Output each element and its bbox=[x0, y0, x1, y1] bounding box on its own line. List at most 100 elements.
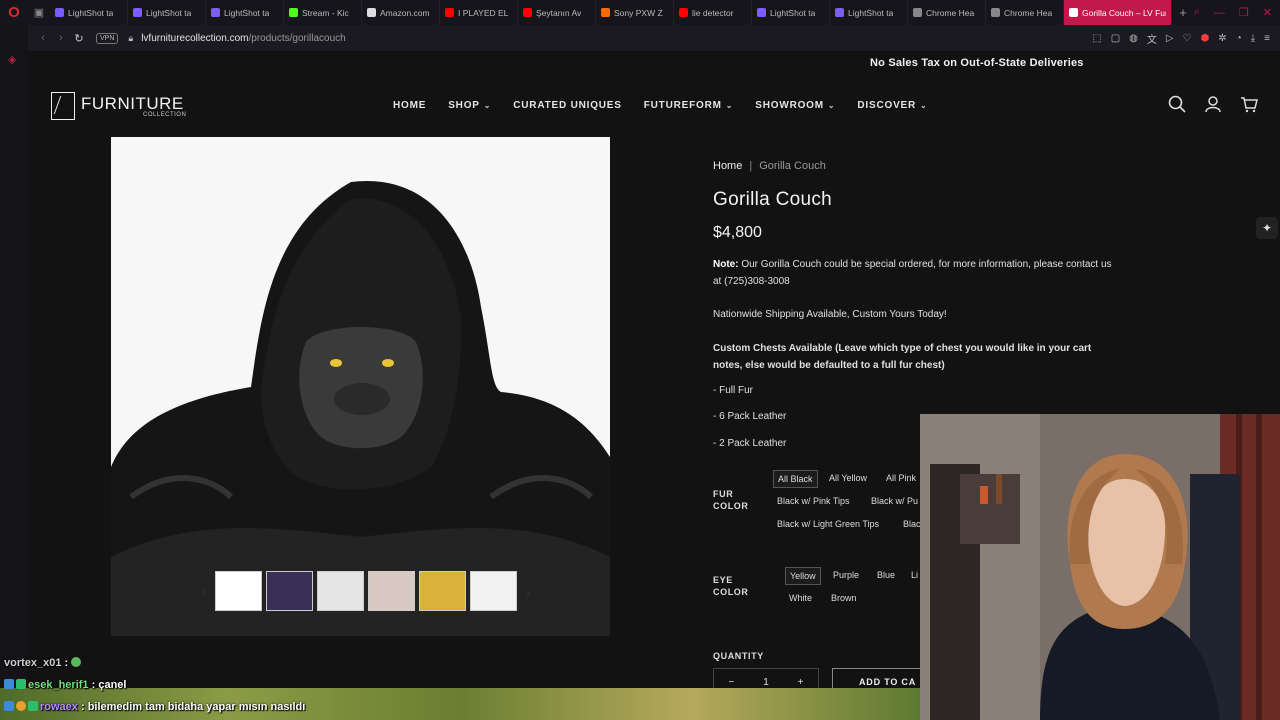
heart-icon[interactable]: ♡ bbox=[1183, 33, 1192, 44]
tab-label: lie detector bbox=[692, 7, 734, 18]
browser-tab[interactable]: Şeytanın Av bbox=[518, 0, 596, 25]
tab-active[interactable]: Gorilla Couch – LV Furn bbox=[1064, 0, 1172, 25]
profile-icon[interactable]: ◔ bbox=[1236, 33, 1242, 44]
fur-label-line: COLOR bbox=[713, 501, 749, 511]
adblock-icon[interactable]: ⬢ bbox=[1201, 33, 1210, 44]
qty-plus-button[interactable]: + bbox=[798, 677, 804, 688]
thumbnail[interactable] bbox=[419, 571, 466, 611]
eye-option-white[interactable]: White bbox=[785, 590, 816, 606]
snapshot-icon[interactable]: ▢ bbox=[1111, 33, 1120, 44]
close-window-button[interactable]: ✕ bbox=[1263, 6, 1272, 19]
emote-icon bbox=[71, 657, 82, 667]
eye-option-yellow[interactable]: Yellow bbox=[785, 567, 821, 585]
eye-option-blue[interactable]: Blue bbox=[873, 567, 899, 583]
download-icon[interactable]: ⤓ bbox=[1251, 33, 1255, 44]
url-field[interactable]: lvfurniturecollection.com/products/goril… bbox=[141, 33, 346, 44]
eye-option-purple[interactable]: Purple bbox=[829, 567, 863, 583]
search-tabs-icon[interactable]: ⌕ bbox=[1194, 6, 1200, 19]
browser-tab[interactable]: LightShot ta bbox=[830, 0, 908, 25]
browser-tab[interactable]: lie detector bbox=[674, 0, 752, 25]
browser-tab[interactable]: LightShot ta bbox=[752, 0, 830, 25]
maximize-button[interactable]: ❐ bbox=[1239, 6, 1249, 19]
fur-option-all-yellow[interactable]: All Yellow bbox=[825, 470, 871, 486]
chat-message: rowaex : bilemedim tam bidaha yapar mısı… bbox=[4, 701, 305, 713]
shield-icon[interactable]: ◍ bbox=[1129, 33, 1138, 44]
nav-item-futureform[interactable]: FUTUREFORM ⌄ bbox=[644, 100, 734, 111]
back-button[interactable]: ‹ bbox=[34, 32, 52, 44]
fur-option-black-pink-tips[interactable]: Black w/ Pink Tips bbox=[773, 493, 854, 509]
nav-item-label: DISCOVER bbox=[857, 100, 917, 111]
minimize-button[interactable]: — bbox=[1214, 7, 1225, 19]
fur-option-black-light-green-tips[interactable]: Black w/ Light Green Tips bbox=[773, 516, 883, 532]
translate-icon[interactable]: 文 bbox=[1147, 31, 1157, 46]
chat-separator: : bbox=[88, 679, 99, 691]
menu-icon[interactable]: ≡ bbox=[1264, 33, 1270, 44]
tab-favicon-icon bbox=[289, 8, 298, 17]
qty-value[interactable]: 1 bbox=[763, 677, 769, 688]
tab-favicon-icon bbox=[55, 8, 64, 17]
nav-item-label: FUTUREFORM bbox=[643, 100, 722, 111]
extensions-icon[interactable]: ✲ bbox=[1218, 33, 1226, 44]
nav-item-shop[interactable]: SHOP ⌄ bbox=[448, 100, 491, 111]
nav-item-showroom[interactable]: SHOWROOM ⌄ bbox=[755, 100, 835, 111]
thumbnail[interactable] bbox=[368, 571, 415, 611]
tab-favicon-icon bbox=[133, 8, 142, 17]
browser-tab-strip: O ▣ LightShot ta LightShot ta LightShot ta… bbox=[0, 0, 1280, 25]
badge-icon bbox=[16, 679, 26, 689]
account-icon[interactable] bbox=[1204, 95, 1222, 113]
thumb-prev-icon[interactable]: ‹ bbox=[197, 583, 211, 599]
tab-label: Chrome Hea bbox=[926, 7, 975, 18]
forward-button[interactable]: › bbox=[52, 32, 70, 44]
browser-tab[interactable]: Chrome Hea bbox=[908, 0, 986, 25]
tab-favicon-icon bbox=[523, 8, 532, 17]
browser-tab[interactable]: Stream - Kic bbox=[284, 0, 362, 25]
thumbnail[interactable] bbox=[215, 571, 262, 611]
tab-menu-icon[interactable]: ▣ bbox=[28, 0, 50, 25]
browser-tab[interactable]: Amazon.com bbox=[362, 0, 440, 25]
nav-item-home[interactable]: HOME bbox=[393, 100, 426, 111]
fur-option-all-pink[interactable]: All Pink bbox=[882, 470, 920, 486]
messenger-icon[interactable]: ◈ bbox=[8, 53, 16, 66]
lock-icon[interactable]: 🔒︎ bbox=[128, 33, 133, 44]
fur-option-all-black[interactable]: All Black bbox=[773, 470, 818, 488]
ai-assistant-icon[interactable]: ✦ bbox=[1256, 217, 1278, 239]
nav-item-curated-uniques[interactable]: CURATED UNIQUES bbox=[513, 100, 621, 111]
logo-subtext: COLLECTION bbox=[143, 112, 187, 118]
play-icon[interactable]: ▷ bbox=[1166, 33, 1174, 44]
browser-tab[interactable]: Sony PXW Z bbox=[596, 0, 674, 25]
browser-tab[interactable]: Chrome Hea bbox=[986, 0, 1064, 25]
thumbnail[interactable] bbox=[317, 571, 364, 611]
thumbnail[interactable] bbox=[470, 571, 517, 611]
eye-option-brown[interactable]: Brown bbox=[827, 590, 861, 606]
vpn-badge[interactable]: VPN bbox=[96, 32, 119, 44]
breadcrumb-home[interactable]: Home bbox=[713, 160, 742, 172]
browser-tab[interactable]: LightShot ta bbox=[128, 0, 206, 25]
product-image[interactable]: ‹ › bbox=[111, 137, 610, 636]
thumbnail[interactable] bbox=[266, 571, 313, 611]
badge-icon bbox=[4, 679, 14, 689]
tab-favicon-icon bbox=[445, 8, 454, 17]
gorilla-couch-image bbox=[111, 137, 610, 636]
qty-minus-button[interactable]: − bbox=[728, 677, 734, 688]
nav-item-discover[interactable]: DISCOVER ⌄ bbox=[857, 100, 927, 111]
eye-color-label: EYE COLOR bbox=[713, 574, 749, 598]
opera-logo-icon[interactable]: O bbox=[0, 0, 28, 25]
pin-icon[interactable]: ⬚ bbox=[1092, 33, 1101, 44]
quantity-label: QUANTITY bbox=[713, 651, 764, 661]
reload-button[interactable]: ↻ bbox=[70, 32, 88, 45]
thumb-next-icon[interactable]: › bbox=[521, 583, 535, 599]
tab-favicon-icon bbox=[913, 8, 922, 17]
browser-tab[interactable]: LightShot ta bbox=[50, 0, 128, 25]
fur-option-black-purple[interactable]: Black w/ Pu bbox=[867, 493, 922, 509]
cart-icon[interactable] bbox=[1240, 95, 1258, 113]
browser-tab[interactable]: I PLAYED EL bbox=[440, 0, 518, 25]
new-tab-button[interactable]: + bbox=[1172, 5, 1194, 20]
logo-text: FURNITURE bbox=[81, 94, 184, 113]
search-icon[interactable] bbox=[1168, 95, 1186, 113]
tab-label: I PLAYED EL bbox=[458, 7, 509, 18]
chevron-down-icon: ⌄ bbox=[483, 101, 492, 110]
browser-tab[interactable]: LightShot ta bbox=[206, 0, 284, 25]
chevron-down-icon: ⌄ bbox=[827, 101, 836, 110]
site-logo[interactable]: FURNITURE COLLECTION bbox=[51, 92, 186, 120]
fur-label-line: FUR bbox=[713, 489, 734, 499]
